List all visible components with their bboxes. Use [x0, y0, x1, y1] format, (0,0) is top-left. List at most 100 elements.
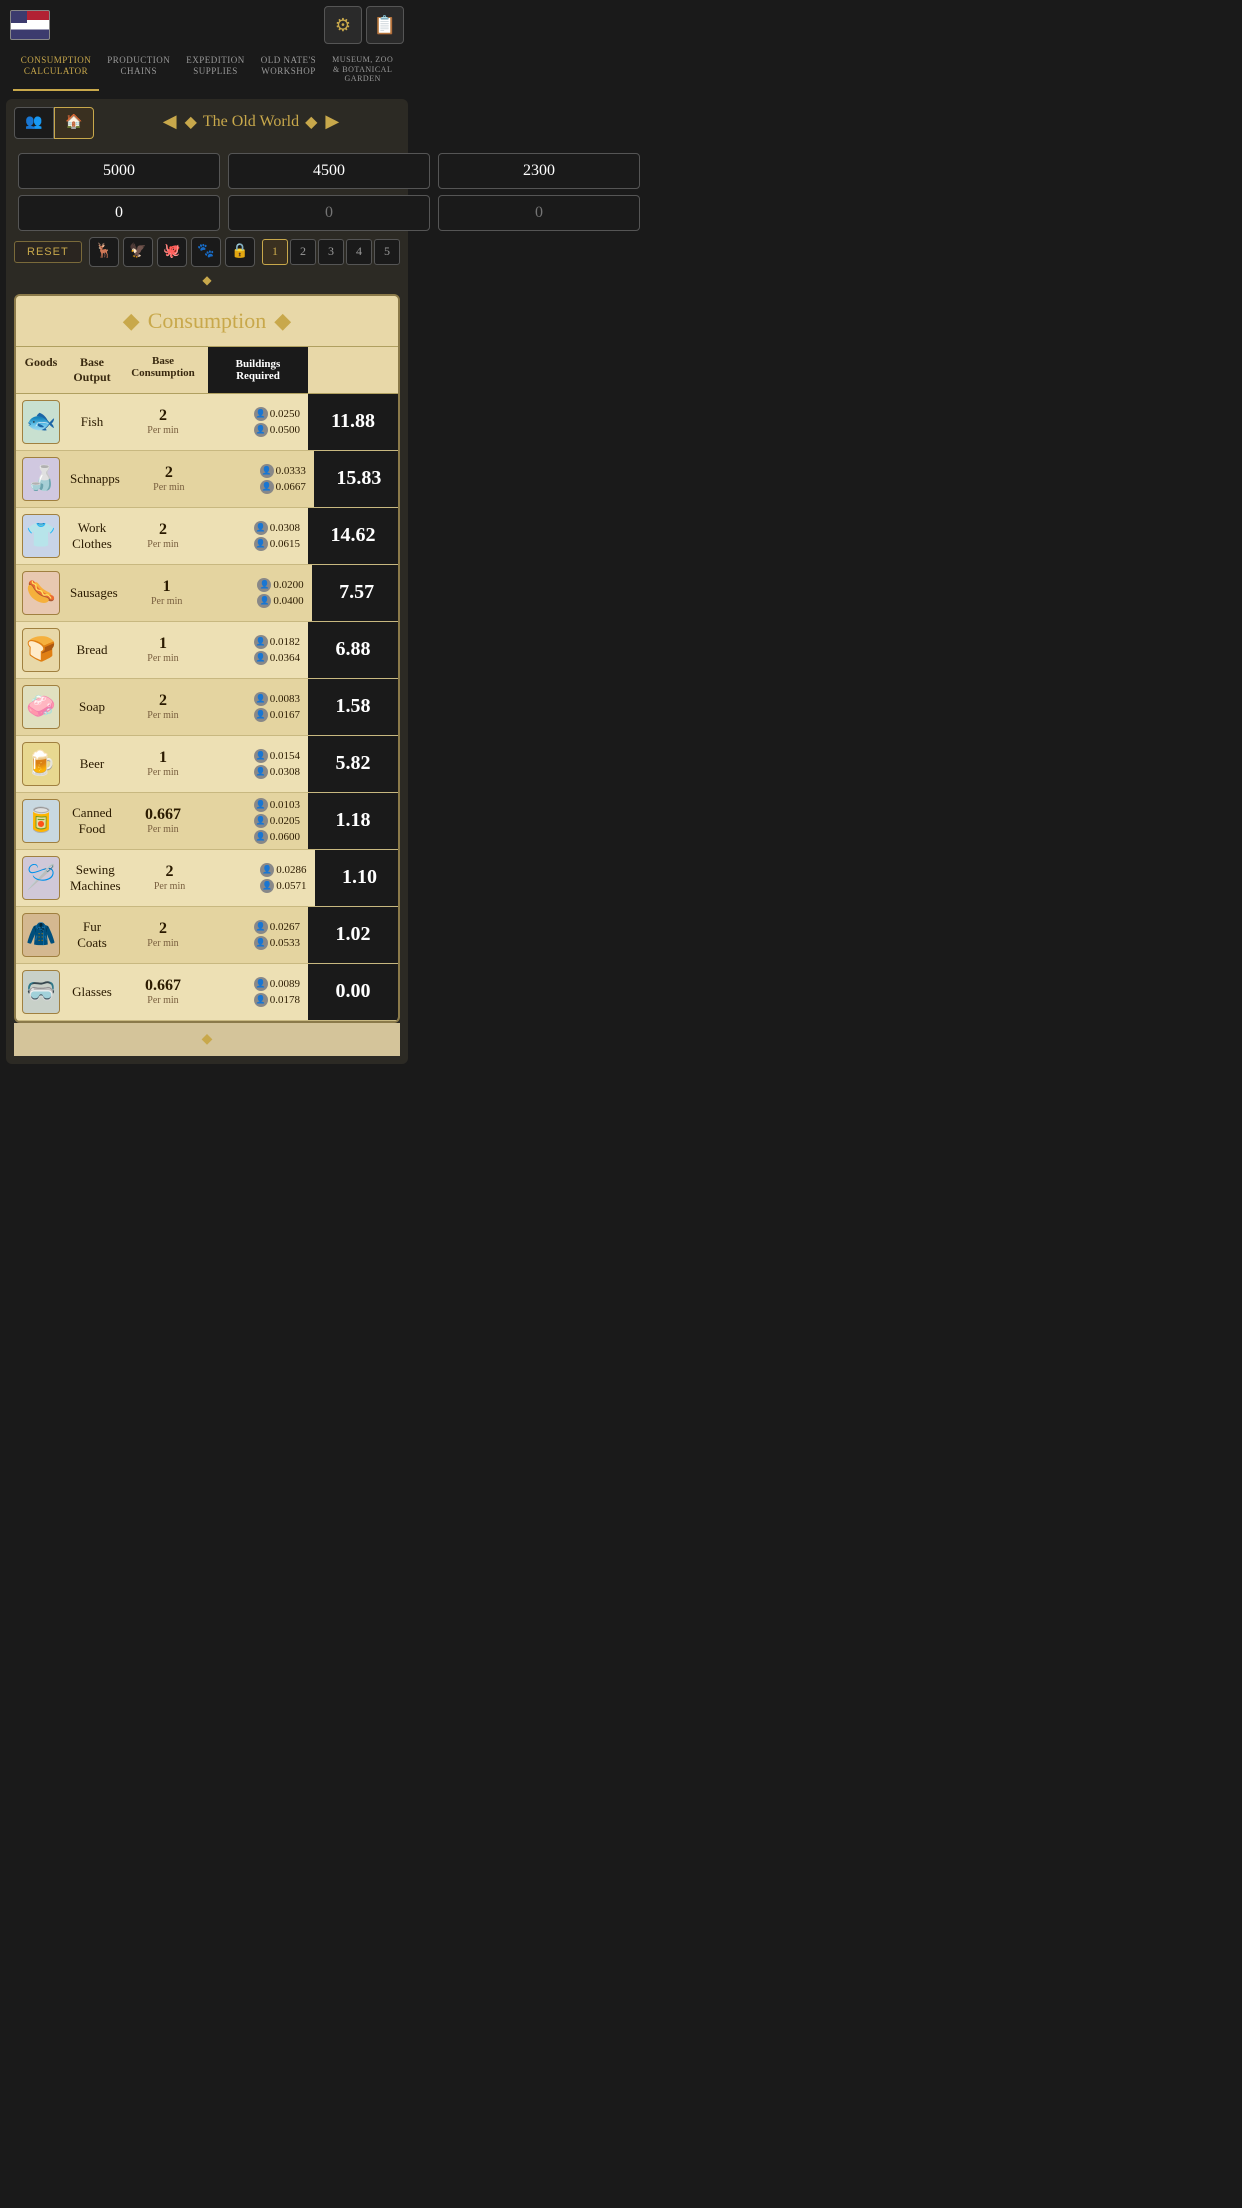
- world-selector: ◀ ◆ The Old World ◆ ▶: [102, 111, 400, 132]
- diamond-left: ◆: [185, 112, 197, 132]
- table-row: 👕 Work Clothes 2 Per min 👤0.0308👤0.0615 …: [16, 508, 398, 565]
- main-panel: 👥 🏠 ◀ ◆ The Old World ◆ ▶ 👩 👨 👮 👸 🧔: [6, 99, 408, 1064]
- cons-avatar: 👤: [257, 578, 271, 592]
- investor-input[interactable]: [228, 195, 430, 231]
- page-3-button[interactable]: 3: [318, 239, 344, 265]
- buildings-value: 14.62: [331, 524, 376, 547]
- item-consumption-cell: 👤0.0103👤0.0205👤0.0600: [208, 794, 308, 848]
- buildings-cell: 6.88: [308, 622, 398, 678]
- item-name-work-clothes: Work Clothes: [66, 514, 118, 558]
- filter-deer[interactable]: 🦌: [89, 237, 119, 267]
- cons-avatar: 👤: [260, 464, 274, 478]
- buildings-value: 0.00: [336, 980, 371, 1003]
- buildings-cell: 7.57: [312, 565, 400, 621]
- gear-icon: ⚙: [335, 15, 351, 36]
- table-row: 🍞 Bread 1 Per min 👤0.0182👤0.0364 6.88: [16, 622, 398, 679]
- item-icon-cell: 🌭: [16, 565, 66, 621]
- item-name-schnapps: Schnapps: [66, 465, 124, 493]
- buildings-cell: 1.18: [308, 793, 398, 849]
- page-4-button[interactable]: 4: [346, 239, 372, 265]
- artisan-input[interactable]: [438, 153, 640, 189]
- world-title: ◆ The Old World ◆: [185, 112, 318, 132]
- item-icon-canned-food: 🥫: [22, 799, 60, 843]
- buildings-cell: 14.62: [308, 508, 398, 564]
- house-view-button[interactable]: 🏠: [54, 107, 94, 139]
- item-output-cell: 1 Per min: [118, 743, 208, 784]
- tab-production-chains[interactable]: PRODUCTIONCHAINS: [99, 50, 178, 91]
- item-consumption-cell: 👤0.0083👤0.0167: [208, 688, 308, 726]
- filter-lock[interactable]: 🔒: [225, 237, 255, 267]
- table-body: 🐟 Fish 2 Per min 👤0.0250👤0.0500 11.88 🍶 …: [16, 394, 398, 1021]
- world-prev-button[interactable]: ◀: [163, 111, 177, 132]
- tab-consumption-calculator[interactable]: CONSUMPTIONCALCULATOR: [13, 50, 100, 91]
- notes-button[interactable]: 📋: [366, 6, 404, 44]
- item-icon-cell: 🥽: [16, 964, 66, 1020]
- table-row: 🥫 Canned Food 0.667 Per min 👤0.0103👤0.02…: [16, 793, 398, 850]
- cons-avatar: 👤: [257, 594, 271, 608]
- farmer-input[interactable]: [18, 153, 220, 189]
- buildings-value: 1.10: [342, 866, 377, 889]
- item-icon-cell: 🧼: [16, 679, 66, 735]
- buildings-cell: 11.88: [308, 394, 398, 450]
- item-name-glasses: Glasses: [66, 978, 118, 1006]
- scholar-input[interactable]: [438, 195, 640, 231]
- cons-avatar: 👤: [254, 798, 268, 812]
- buildings-cell: 5.82: [308, 736, 398, 792]
- item-consumption-cell: 👤0.0267👤0.0533: [208, 916, 308, 954]
- page-2-button[interactable]: 2: [290, 239, 316, 265]
- item-icon-cell: 🍞: [16, 622, 66, 678]
- filter-octopus[interactable]: 🐙: [157, 237, 187, 267]
- cons-avatar: 👤: [254, 993, 268, 1007]
- item-name-sausages: Sausages: [66, 579, 122, 607]
- item-icon-work-clothes: 👕: [22, 514, 60, 558]
- tab-old-nates-workshop[interactable]: OLD NATE'SWORKSHOP: [253, 50, 324, 91]
- cons-avatar: 👤: [254, 521, 268, 535]
- view-toggle: 👥 🏠: [14, 107, 94, 139]
- item-icon-sausages: 🌭: [22, 571, 60, 615]
- tab-museum-zoo[interactable]: MUSEUM, ZOO& BOTANICALGARDEN: [324, 50, 401, 91]
- item-output-cell: 2 Per min: [118, 515, 208, 556]
- title-diamond-left: ◆: [123, 308, 140, 334]
- item-icon-cell: 👕: [16, 508, 66, 564]
- item-icon-fur-coats: 🧥: [22, 913, 60, 957]
- cons-avatar: 👤: [254, 765, 268, 779]
- cons-avatar: 👤: [260, 480, 274, 494]
- item-consumption-cell: 👤0.0286👤0.0571: [215, 859, 315, 897]
- item-icon-cell: 🍺: [16, 736, 66, 792]
- page-5-button[interactable]: 5: [374, 239, 400, 265]
- cons-avatar: 👤: [254, 814, 268, 828]
- world-next-button[interactable]: ▶: [325, 111, 339, 132]
- engineer-input[interactable]: [18, 195, 220, 231]
- worker-input[interactable]: [228, 153, 430, 189]
- notes-icon: 📋: [374, 15, 396, 36]
- cons-avatar: 👤: [254, 936, 268, 950]
- reset-button[interactable]: RESET: [14, 241, 82, 263]
- item-icon-cell: 🥫: [16, 793, 66, 849]
- item-consumption-cell: 👤0.0250👤0.0500: [208, 403, 308, 441]
- cons-avatar: 👤: [254, 651, 268, 665]
- cons-avatar: 👤: [254, 423, 268, 437]
- item-output-cell: 2 Per min: [124, 458, 214, 499]
- item-icon-cell: 🪡: [16, 850, 66, 906]
- item-output-cell: 1 Per min: [122, 572, 212, 613]
- cons-avatar: 👤: [254, 920, 268, 934]
- filter-bird[interactable]: 🦅: [123, 237, 153, 267]
- tab-expedition-supplies[interactable]: EXPEDITIONSUPPLIES: [178, 50, 253, 91]
- nav-tabs: CONSUMPTIONCALCULATOR PRODUCTIONCHAINS E…: [0, 50, 414, 95]
- filter-paw[interactable]: 🐾: [191, 237, 221, 267]
- buildings-cell: 15.83: [314, 451, 400, 507]
- people-view-button[interactable]: 👥: [14, 107, 54, 139]
- item-icon-glasses: 🥽: [22, 970, 60, 1014]
- table-header: Goods Base Output BaseConsumption Buildi…: [16, 347, 398, 394]
- house-icon: 🏠: [65, 114, 82, 131]
- item-icon-schnapps: 🍶: [22, 457, 60, 501]
- page-numbers: 1 2 3 4 5: [262, 239, 400, 265]
- flag-button[interactable]: [10, 10, 50, 40]
- item-icon-fish: 🐟: [22, 400, 60, 444]
- table-row: 🐟 Fish 2 Per min 👤0.0250👤0.0500 11.88: [16, 394, 398, 451]
- item-consumption-cell: 👤0.0182👤0.0364: [208, 631, 308, 669]
- settings-button[interactable]: ⚙: [324, 6, 362, 44]
- item-icon-bread: 🍞: [22, 628, 60, 672]
- goods-header: Goods: [16, 347, 66, 393]
- page-1-button[interactable]: 1: [262, 239, 288, 265]
